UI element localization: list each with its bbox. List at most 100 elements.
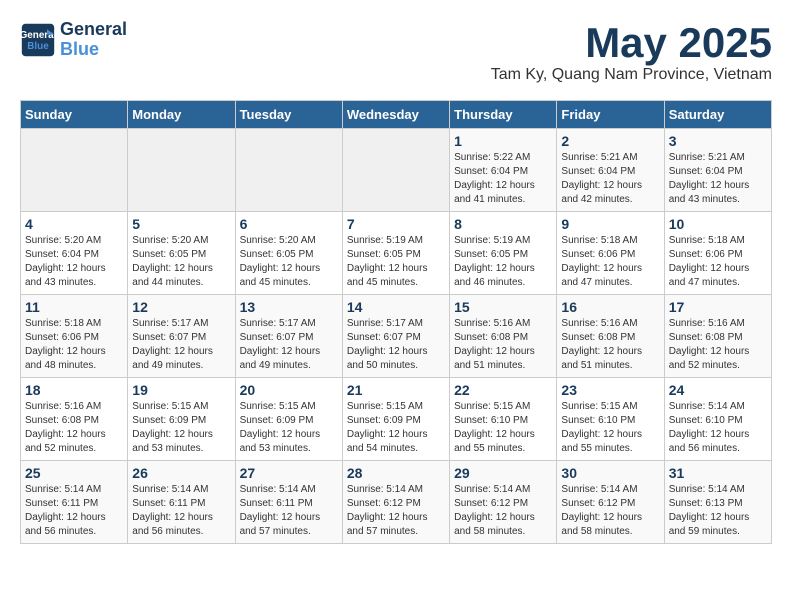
day-number: 8 (454, 216, 552, 232)
cell-info: Sunrise: 5:21 AM Sunset: 6:04 PM Dayligh… (561, 151, 659, 207)
cell-info: Sunrise: 5:19 AM Sunset: 6:05 PM Dayligh… (454, 234, 552, 290)
cell-info: Sunrise: 5:19 AM Sunset: 6:05 PM Dayligh… (347, 234, 445, 290)
location-title: Tam Ky, Quang Nam Province, Vietnam (491, 66, 772, 84)
day-number: 26 (132, 465, 230, 481)
cell-info: Sunrise: 5:15 AM Sunset: 6:10 PM Dayligh… (561, 400, 659, 456)
calendar-cell: 30Sunrise: 5:14 AM Sunset: 6:12 PM Dayli… (557, 461, 664, 544)
calendar-cell: 18 Sunrise: 5:16 AM Sunset: 6:08 PM Dayli… (21, 378, 128, 461)
day-number: 13 (240, 299, 338, 315)
calendar-cell: 28Sunrise: 5:14 AM Sunset: 6:12 PM Dayli… (342, 461, 449, 544)
day-number: 6 (240, 216, 338, 232)
svg-text:General: General (20, 30, 56, 41)
cell-info: Sunrise: 5:18 AM Sunset: 6:06 PM Dayligh… (561, 234, 659, 290)
calendar-cell: 7 Sunrise: 5:19 AM Sunset: 6:05 PM Daylig… (342, 212, 449, 295)
logo-icon: General Blue (20, 22, 56, 58)
weekday-header-sunday: Sunday (21, 101, 128, 129)
calendar-cell: 14 Sunrise: 5:17 AM Sunset: 6:07 PM Dayli… (342, 295, 449, 378)
day-number: 12 (132, 299, 230, 315)
calendar-cell: 27 Sunrise: 5:14 AM Sunset: 6:11 PM Dayli… (235, 461, 342, 544)
day-number: 27 (240, 465, 338, 481)
cell-info: Sunrise: 5:21 AM Sunset: 6:04 PM Dayligh… (669, 151, 767, 207)
cell-info: Sunrise: 5:20 AM Sunset: 6:04 PM Dayligh… (25, 234, 123, 290)
calendar-table: SundayMondayTuesdayWednesdayThursdayFrid… (20, 100, 772, 544)
calendar-cell: 12 Sunrise: 5:17 AM Sunset: 6:07 PM Dayli… (128, 295, 235, 378)
calendar-cell: 13 Sunrise: 5:17 AM Sunset: 6:07 PM Dayli… (235, 295, 342, 378)
day-number: 10 (669, 216, 767, 232)
weekday-header-wednesday: Wednesday (342, 101, 449, 129)
calendar-cell: 25 Sunrise: 5:14 AM Sunset: 6:11 PM Dayli… (21, 461, 128, 544)
cell-info: Sunrise: 5:14 AM Sunset: 6:13 PM Dayligh… (669, 483, 767, 539)
day-number: 30 (561, 465, 659, 481)
day-number: 2 (561, 133, 659, 149)
calendar-cell: 8 Sunrise: 5:19 AM Sunset: 6:05 PM Daylig… (450, 212, 557, 295)
cell-info: Sunrise: 5:15 AM Sunset: 6:10 PM Dayligh… (454, 400, 552, 456)
day-number: 15 (454, 299, 552, 315)
day-number: 31 (669, 465, 767, 481)
calendar-cell (21, 129, 128, 212)
cell-info: Sunrise: 5:14 AM Sunset: 6:11 PM Dayligh… (132, 483, 230, 539)
logo-text: GeneralBlue (60, 20, 127, 60)
day-number: 4 (25, 216, 123, 232)
month-title: May 2025 (491, 20, 772, 66)
cell-info: Sunrise: 5:14 AM Sunset: 6:11 PM Dayligh… (240, 483, 338, 539)
cell-info: Sunrise: 5:20 AM Sunset: 6:05 PM Dayligh… (240, 234, 338, 290)
cell-info: Sunrise: 5:16 AM Sunset: 6:08 PM Dayligh… (25, 400, 123, 456)
day-number: 14 (347, 299, 445, 315)
calendar-cell: 11 Sunrise: 5:18 AM Sunset: 6:06 PM Dayli… (21, 295, 128, 378)
day-number: 19 (132, 382, 230, 398)
cell-info: Sunrise: 5:14 AM Sunset: 6:11 PM Dayligh… (25, 483, 123, 539)
cell-info: Sunrise: 5:18 AM Sunset: 6:06 PM Dayligh… (669, 234, 767, 290)
calendar-cell (128, 129, 235, 212)
calendar-cell: 29 Sunrise: 5:14 AM Sunset: 6:12 PM Dayli… (450, 461, 557, 544)
cell-info: Sunrise: 5:16 AM Sunset: 6:08 PM Dayligh… (454, 317, 552, 373)
cell-info: Sunrise: 5:17 AM Sunset: 6:07 PM Dayligh… (347, 317, 445, 373)
calendar-cell: 26 Sunrise: 5:14 AM Sunset: 6:11 PM Dayli… (128, 461, 235, 544)
logo: General Blue GeneralBlue (20, 20, 127, 60)
cell-info: Sunrise: 5:14 AM Sunset: 6:12 PM Dayligh… (454, 483, 552, 539)
calendar-cell: 2 Sunrise: 5:21 AM Sunset: 6:04 PM Daylig… (557, 129, 664, 212)
cell-info: Sunrise: 5:16 AM Sunset: 6:08 PM Dayligh… (669, 317, 767, 373)
cell-info: Sunrise: 5:15 AM Sunset: 6:09 PM Dayligh… (132, 400, 230, 456)
calendar-cell: 9 Sunrise: 5:18 AM Sunset: 6:06 PM Daylig… (557, 212, 664, 295)
day-number: 29 (454, 465, 552, 481)
calendar-cell: 20Sunrise: 5:15 AM Sunset: 6:09 PM Dayli… (235, 378, 342, 461)
day-number: 23 (561, 382, 659, 398)
calendar-cell (342, 129, 449, 212)
cell-info: Sunrise: 5:17 AM Sunset: 6:07 PM Dayligh… (132, 317, 230, 373)
cell-info: Sunrise: 5:17 AM Sunset: 6:07 PM Dayligh… (240, 317, 338, 373)
day-number: 28 (347, 465, 445, 481)
day-number: 20 (240, 382, 338, 398)
calendar-cell: 24Sunrise: 5:14 AM Sunset: 6:10 PM Dayli… (664, 378, 771, 461)
day-number: 22 (454, 382, 552, 398)
day-number: 7 (347, 216, 445, 232)
weekday-header-thursday: Thursday (450, 101, 557, 129)
calendar-cell: 23 Sunrise: 5:15 AM Sunset: 6:10 PM Dayli… (557, 378, 664, 461)
calendar-cell: 3Sunrise: 5:21 AM Sunset: 6:04 PM Daylig… (664, 129, 771, 212)
day-number: 21 (347, 382, 445, 398)
calendar-cell (235, 129, 342, 212)
day-number: 25 (25, 465, 123, 481)
calendar-cell: 5 Sunrise: 5:20 AM Sunset: 6:05 PM Daylig… (128, 212, 235, 295)
cell-info: Sunrise: 5:16 AM Sunset: 6:08 PM Dayligh… (561, 317, 659, 373)
weekday-header-friday: Friday (557, 101, 664, 129)
calendar-cell: 22 Sunrise: 5:15 AM Sunset: 6:10 PM Dayli… (450, 378, 557, 461)
weekday-header-saturday: Saturday (664, 101, 771, 129)
svg-text:Blue: Blue (27, 41, 49, 52)
day-number: 16 (561, 299, 659, 315)
calendar-cell: 17 Sunrise: 5:16 AM Sunset: 6:08 PM Dayli… (664, 295, 771, 378)
calendar-cell: 19 Sunrise: 5:15 AM Sunset: 6:09 PM Dayli… (128, 378, 235, 461)
day-number: 17 (669, 299, 767, 315)
title-area: May 2025 Tam Ky, Quang Nam Province, Vie… (491, 20, 772, 84)
cell-info: Sunrise: 5:20 AM Sunset: 6:05 PM Dayligh… (132, 234, 230, 290)
calendar-cell: 10 Sunrise: 5:18 AM Sunset: 6:06 PM Dayli… (664, 212, 771, 295)
cell-info: Sunrise: 5:18 AM Sunset: 6:06 PM Dayligh… (25, 317, 123, 373)
day-number: 11 (25, 299, 123, 315)
cell-info: Sunrise: 5:14 AM Sunset: 6:10 PM Dayligh… (669, 400, 767, 456)
calendar-cell: 21Sunrise: 5:15 AM Sunset: 6:09 PM Dayli… (342, 378, 449, 461)
day-number: 1 (454, 133, 552, 149)
cell-info: Sunrise: 5:22 AM Sunset: 6:04 PM Dayligh… (454, 151, 552, 207)
day-number: 5 (132, 216, 230, 232)
day-number: 9 (561, 216, 659, 232)
weekday-header-monday: Monday (128, 101, 235, 129)
day-number: 18 (25, 382, 123, 398)
